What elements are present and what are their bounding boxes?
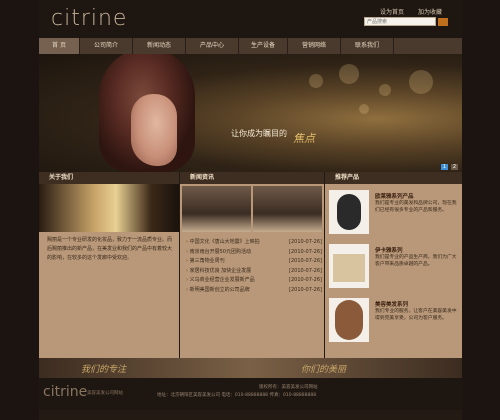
page: citrine 设为首页 加为收藏 首 页 公司简介 新闻动态 产品中心 生产设… (39, 0, 462, 420)
news-item-date: [2010-07-26] (289, 248, 322, 255)
product-image[interactable] (329, 190, 369, 234)
about-image (39, 184, 179, 232)
search-button[interactable] (438, 17, 448, 26)
nav-item-about[interactable]: 公司简介 (80, 38, 133, 54)
bokeh-light (409, 70, 433, 94)
top-links: 设为首页 加为收藏 (380, 7, 442, 16)
news-item[interactable]: 新明美国新创立的公司品牌 [2010-07-26] (186, 286, 322, 296)
nav-item-home[interactable]: 首 页 (39, 38, 80, 54)
news-item[interactable]: 南京雨台开展50元团购活动 [2010-07-26] (186, 248, 322, 258)
news-item-title[interactable]: 新明美国新创立的公司品牌 (186, 286, 250, 296)
nav-item-news[interactable]: 新闻动态 (133, 38, 186, 54)
news-list: 中国文化《唐山大地震》上映拍 [2010-07-26] 南京雨台开展50元团购活动… (186, 238, 322, 295)
product-desc: 我们是专业的美发和品牌公司，现在我们已经有很多专业的产品和服务。 (375, 201, 457, 213)
bokeh-light (309, 74, 323, 88)
site-logo[interactable]: citrine (51, 6, 127, 31)
footer-logo: citrine (43, 384, 88, 400)
news-item-date: [2010-07-26] (289, 239, 322, 245)
banner-page-2[interactable]: 2 (451, 164, 458, 170)
product-item[interactable]: 美容美发系列 我们专业的服务，让客户在美容美发中得到完美享受，公司为客户服务。 (327, 296, 460, 344)
header: citrine 设为首页 加为收藏 (39, 0, 462, 38)
banner-slogan-highlight: 焦点 (293, 132, 315, 145)
product-name[interactable]: 伊卡雅系列 (375, 246, 403, 254)
news-item-date: [2010-07-26] (289, 286, 322, 293)
news-image[interactable] (182, 186, 251, 232)
news-item[interactable]: 家居科技优良 加快企业发展 [2010-07-26] (186, 267, 322, 277)
bokeh-light (379, 84, 391, 96)
products-section: 推荐产品 欧莱雅系列产品 我们是专业的美发和品牌公司，现在我们已经有很多专业的产… (325, 172, 462, 358)
about-title: 关于我们 (39, 172, 179, 184)
about-text: 赐丽是一个专业研发的化妆品，致力于一流品质专业。而后赐丽推出的新产品，在美发业和… (47, 237, 173, 261)
product-item[interactable]: 欧莱雅系列产品 我们是专业的美发和品牌公司，现在我们已经有很多专业的产品和服务。 (327, 188, 460, 236)
news-image[interactable] (253, 186, 322, 232)
product-image[interactable] (329, 298, 369, 342)
band-text-right: 你们的美丽 (301, 365, 347, 375)
nav-item-network[interactable]: 营销网络 (288, 38, 341, 54)
news-item-date: [2010-07-26] (289, 267, 322, 274)
footer-subtitle: 美容美发公司网站 (87, 391, 123, 396)
news-item[interactable]: 义乌商业经营企业发展新产品 [2010-07-26] (186, 276, 322, 286)
product-item[interactable]: 伊卡雅系列 我们是专业的产品生产商，我们为广大客户带来品质卓越的产品。 (327, 242, 460, 290)
product-name[interactable]: 美容美发系列 (375, 300, 408, 308)
product-desc: 我们是专业的产品生产商，我们为广大客户带来品质卓越的产品。 (375, 255, 457, 267)
banner-slogan: 让你成为瞩目的 (231, 129, 287, 138)
product-desc: 我们专业的服务，让客户在美容美发中得到完美享受，公司为客户服务。 (375, 309, 457, 321)
news-item-date: [2010-07-26] (289, 258, 322, 264)
add-favorite-link[interactable]: 加为收藏 (418, 7, 442, 16)
news-title: 新闻资讯 (180, 172, 324, 184)
news-item-title[interactable]: 第三角物业周刊 (186, 257, 225, 267)
nav-item-contact[interactable]: 联系我们 (341, 38, 394, 54)
nav-item-equipment[interactable]: 生产设备 (239, 38, 288, 54)
nav-item-products[interactable]: 产品中心 (186, 38, 239, 54)
news-item[interactable]: 第三角物业周刊 [2010-07-26] (186, 257, 322, 267)
banner-pager: 1 2 (441, 164, 458, 170)
news-item-title[interactable]: 中国文化《唐山大地震》上映拍 (186, 238, 260, 248)
news-images (182, 186, 322, 232)
set-homepage-link[interactable]: 设为首页 (380, 7, 404, 16)
product-image[interactable] (329, 244, 369, 288)
products-title: 推荐产品 (325, 172, 462, 184)
news-section: 新闻资讯 中国文化《唐山大地震》上映拍 [2010-07-26] 南京雨台开展50… (180, 172, 324, 358)
news-item-title[interactable]: 南京雨台开展50元团购活动 (186, 248, 251, 258)
footer-copyright: 版权所有：美容美发公司网站 (259, 385, 318, 390)
model-face-image (131, 94, 177, 166)
footer: citrine 美容美发公司网站 版权所有：美容美发公司网站 地址：北京朝阳区美… (39, 378, 462, 410)
bokeh-light (339, 64, 359, 84)
news-item-title[interactable]: 家居科技优良 加快企业发展 (186, 267, 252, 277)
content-columns: 关于我们 赐丽是一个专业研发的化妆品，致力于一流品质专业。而后赐丽推出的新产品，… (39, 172, 462, 358)
band-text-left: 我们的专注 (81, 365, 127, 375)
product-name[interactable]: 欧莱雅系列产品 (375, 192, 414, 200)
news-item[interactable]: 中国文化《唐山大地震》上映拍 [2010-07-26] (186, 238, 322, 248)
about-section: 关于我们 赐丽是一个专业研发的化妆品，致力于一流品质专业。而后赐丽推出的新产品，… (39, 172, 179, 358)
hero-banner[interactable]: 让你成为瞩目的 焦点 1 2 (39, 54, 462, 172)
footer-address: 地址：北京朝阳区美容美发公司 电话：010-88888888 传真：010-88… (157, 393, 317, 398)
bokeh-light (359, 104, 369, 114)
search-input[interactable] (364, 17, 436, 26)
search-box (364, 17, 448, 26)
news-item-date: [2010-07-26] (289, 277, 322, 283)
banner-page-1[interactable]: 1 (441, 164, 448, 170)
news-item-title[interactable]: 义乌商业经营企业发展新产品 (186, 276, 255, 286)
main-nav: 首 页 公司简介 新闻动态 产品中心 生产设备 营销网络 联系我们 (39, 38, 462, 54)
